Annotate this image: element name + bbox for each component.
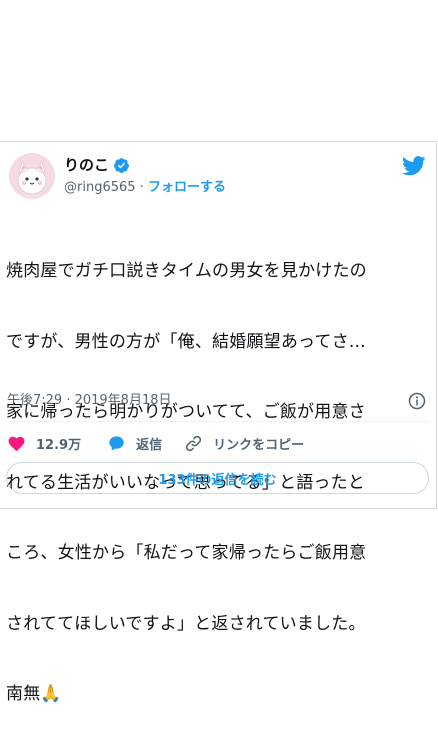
tweet-timestamp[interactable]: 午後7:29 · 2019年8月18日	[7, 392, 172, 410]
copy-link-button[interactable]: リンクをコピー	[184, 434, 304, 453]
author-name[interactable]: りのこ	[64, 156, 130, 174]
link-icon	[185, 435, 202, 451]
handle-separator: ·	[139, 180, 144, 195]
verified-badge-icon	[114, 157, 129, 173]
tweet-text-line: 焼肉屋でガチ口説きタイムの男女を見かけたの	[6, 261, 367, 281]
tweet-card: りのこ @ring6565 · フォローする 焼肉屋でガチ口説きタイムの男女を見…	[0, 141, 437, 704]
cat-avatar-icon	[9, 153, 55, 199]
tweet-text-line: されててほしいですよ」と返されていました。	[6, 613, 366, 634]
heart-icon	[8, 436, 25, 451]
reply-button[interactable]: 返信	[107, 434, 162, 453]
like-button[interactable]: 12.9万	[7, 434, 81, 453]
like-count: 12.9万	[36, 437, 82, 453]
reply-label: 返信	[136, 437, 163, 453]
author-name-label: りのこ	[64, 156, 110, 174]
speech-bubble-icon	[109, 435, 124, 451]
divider	[6, 421, 430, 422]
tweet-text-line: ですが、男性の方が「俺、結婚願望あってさ…	[6, 331, 367, 352]
author-handle[interactable]: @ring6565	[64, 180, 136, 195]
follow-link[interactable]: フォローする	[148, 180, 226, 195]
twitter-bird-icon[interactable]	[402, 156, 426, 176]
copy-link-label: リンクをコピー	[213, 437, 305, 453]
handle-row: @ring6565 · フォローする	[64, 180, 226, 196]
tweet-text-line: ころ、女性から「私だって家帰ったらご飯用意	[6, 543, 367, 563]
info-icon[interactable]	[408, 392, 426, 410]
avatar[interactable]	[9, 153, 55, 199]
read-replies-button[interactable]: 133件の返信を読む	[6, 462, 429, 494]
tweet-text-line: 南無🙏	[6, 684, 62, 704]
actions-row: 12.9万 返信 リンクをコピー	[7, 433, 304, 453]
